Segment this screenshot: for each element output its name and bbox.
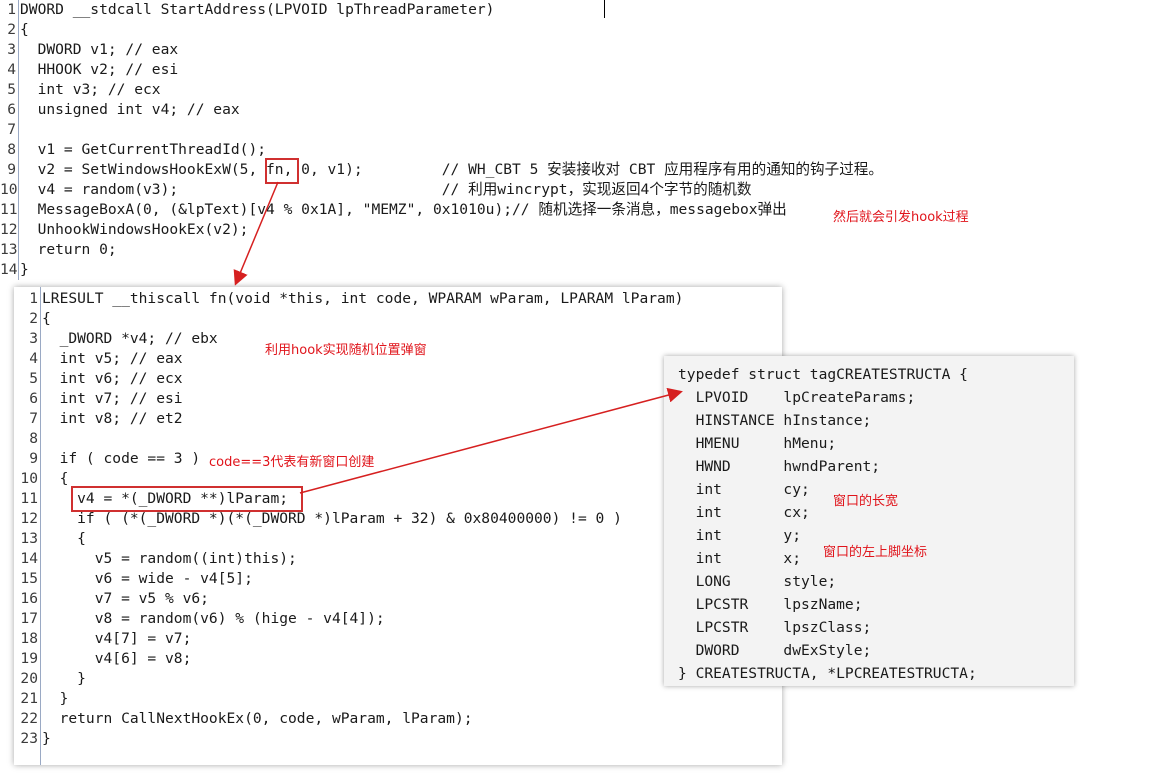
code-line: v5 = random((int)this); — [42, 550, 297, 567]
line-number: 18 — [20, 630, 38, 647]
code-line: UnhookWindowsHookEx(v2); — [20, 221, 249, 238]
line-number: 13 — [0, 241, 18, 258]
lparam-highlight-box — [71, 486, 303, 512]
code-line: int v8; // et2 — [42, 410, 183, 427]
line-number: 2 — [29, 310, 38, 327]
code-line: HWND hwndParent; — [678, 458, 881, 475]
annotation-code3: code==3代表有新窗口创建 — [209, 455, 375, 470]
code-line: LPVOID lpCreateParams; — [678, 389, 916, 406]
code-line: v4[6] = v8; — [42, 650, 192, 667]
line-number: 13 — [20, 530, 38, 547]
code-line: v4 = random(v3); // 利用wincrypt，实现返回4个字节的… — [20, 181, 752, 198]
line-number: 19 — [20, 650, 38, 667]
code-line: int cy; — [678, 481, 810, 498]
cursor — [604, 0, 605, 18]
line-number: 6 — [29, 390, 38, 407]
line-number: 5 — [7, 81, 16, 98]
code-line: } — [42, 670, 86, 687]
line-number: 3 — [7, 41, 16, 58]
line-number: 2 — [7, 21, 16, 38]
code-line: int v7; // esi — [42, 390, 183, 407]
line-number: 14 — [20, 550, 38, 567]
code-line: return 0; — [20, 241, 117, 258]
code-line: } — [42, 690, 69, 707]
line-number: 8 — [7, 141, 16, 158]
code-line: if ( code == 3 ) — [42, 450, 201, 467]
code-line: int cx; — [678, 504, 810, 521]
code-line: LRESULT __thiscall fn(void *this, int co… — [42, 290, 684, 307]
code-line: } — [20, 261, 29, 278]
code-line: LPCSTR lpszClass; — [678, 619, 872, 636]
code-line: LONG style; — [678, 573, 837, 590]
code-line: v8 = random(v6) % (hige - v4[4]); — [42, 610, 385, 627]
line-number: 10 — [20, 470, 38, 487]
code-line: if ( (*(_DWORD *)(*(_DWORD *)lParam + 32… — [42, 510, 622, 527]
line-number: 11 — [0, 201, 18, 218]
code-line: int v3; // ecx — [20, 81, 161, 98]
code-line: v1 = GetCurrentThreadId(); — [20, 141, 267, 158]
line-number: 21 — [20, 690, 38, 707]
line-number: 7 — [29, 410, 38, 427]
code-line: { — [42, 470, 69, 487]
code-line: DWORD __stdcall StartAddress(LPVOID lpTh… — [20, 1, 495, 18]
line-number: 12 — [0, 221, 18, 238]
line-number: 15 — [20, 570, 38, 587]
line-number: 9 — [7, 161, 16, 178]
line-number: 10 — [0, 181, 18, 198]
line-number: 1 — [7, 1, 16, 18]
code-line: int v6; // ecx — [42, 370, 183, 387]
annotation-window-size: 窗口的长宽 — [833, 494, 899, 509]
line-number: 3 — [29, 330, 38, 347]
line-number: 8 — [29, 430, 38, 447]
code-line: { — [20, 21, 29, 38]
annotation-random-popup: 利用hook实现随机位置弹窗 — [265, 343, 427, 358]
code-line: HINSTANCE hInstance; — [678, 412, 872, 429]
code-line: _DWORD *v4; // ebx — [42, 330, 218, 347]
annotation-window-position: 窗口的左上脚坐标 — [823, 545, 928, 560]
code-line: { — [42, 310, 51, 327]
code-line: typedef struct tagCREATESTRUCTA { — [678, 366, 968, 383]
line-number: 20 — [20, 670, 38, 687]
line-number: 6 — [7, 101, 16, 118]
code-line: LPCSTR lpszName; — [678, 596, 863, 613]
annotation-hook-trigger: 然后就会引发hook过程 — [833, 210, 969, 225]
struct-tooltip: typedef struct tagCREATESTRUCTA { LPVOID… — [664, 356, 1074, 686]
top-code-view: 1 DWORD __stdcall StartAddress(LPVOID lpT… — [0, 0, 1162, 280]
fn-highlight-box — [265, 158, 299, 184]
line-number: 4 — [7, 61, 16, 78]
line-number: 16 — [20, 590, 38, 607]
line-number: 23 — [20, 730, 38, 747]
code-line: { — [42, 530, 86, 547]
code-line: v2 = SetWindowsHookExW(5, fn, 0, v1); //… — [20, 161, 883, 178]
line-number: 5 — [29, 370, 38, 387]
line-number: 12 — [20, 510, 38, 527]
code-line: v6 = wide - v4[5]; — [42, 570, 253, 587]
code-line: } — [42, 730, 51, 747]
line-number: 9 — [29, 450, 38, 467]
code-line: int y; — [678, 527, 802, 544]
code-line: int v5; // eax — [42, 350, 183, 367]
line-number: 1 — [29, 290, 38, 307]
line-number: 11 — [20, 490, 38, 507]
line-number: 4 — [29, 350, 38, 367]
code-line: HHOOK v2; // esi — [20, 61, 179, 78]
code-line: return CallNextHookEx(0, code, wParam, l… — [42, 710, 473, 727]
code-line: DWORD dwExStyle; — [678, 642, 872, 659]
line-number: 14 — [0, 261, 18, 278]
code-line: DWORD v1; // eax — [20, 41, 179, 58]
code-line: v7 = v5 % v6; — [42, 590, 209, 607]
code-line: v4[7] = v7; — [42, 630, 192, 647]
code-line: MessageBoxA(0, (&lpText)[v4 % 0x1A], "ME… — [20, 201, 787, 218]
line-number: 22 — [20, 710, 38, 727]
code-line: HMENU hMenu; — [678, 435, 837, 452]
line-number: 7 — [7, 121, 16, 138]
code-line: } CREATESTRUCTA, *LPCREATESTRUCTA; — [678, 665, 977, 682]
code-line: unsigned int v4; // eax — [20, 101, 240, 118]
code-line: int x; — [678, 550, 802, 567]
line-number: 17 — [20, 610, 38, 627]
